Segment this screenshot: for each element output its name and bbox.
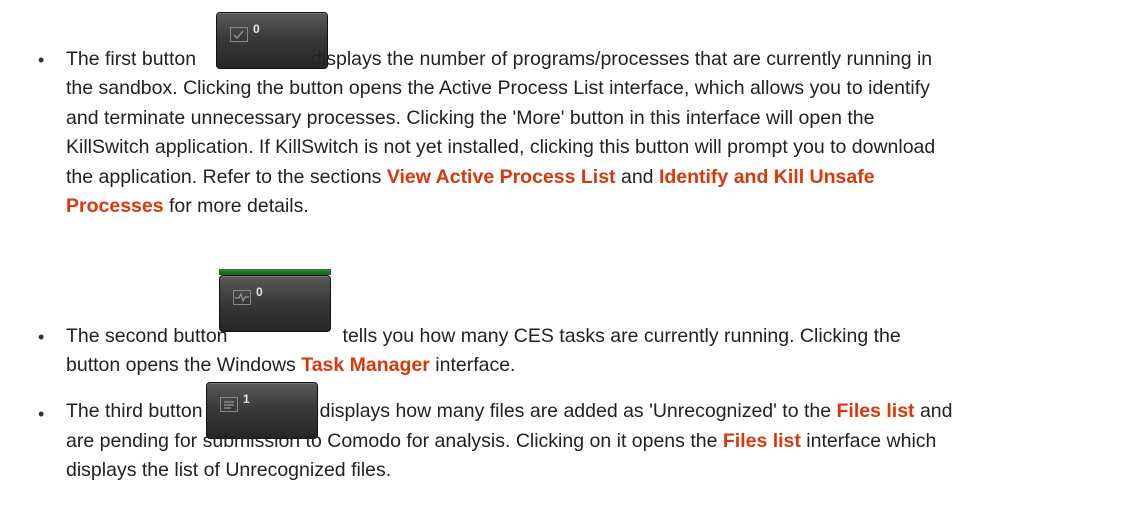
item1-line2: the sandbox. Clicking the button opens t… — [66, 77, 930, 99]
item2-line2: button opens the Windows Task Manager in… — [66, 354, 516, 376]
item2-line1: The second button tells you how many CES … — [66, 325, 901, 347]
check-window-icon — [230, 27, 248, 47]
item1-line5: the application. Refer to the sections V… — [66, 166, 875, 188]
item1-line6: Processes for more details. — [66, 195, 309, 217]
item1-line3: and terminate unnecessary processes. Cli… — [66, 107, 875, 129]
bullet: • — [38, 404, 45, 424]
link-files-list-2[interactable]: Files list — [723, 430, 801, 452]
bullet: • — [38, 50, 45, 70]
running-processes-count: 0 — [253, 22, 260, 36]
ces-tasks-count: 0 — [256, 285, 263, 299]
link-identify-kill-unsafe-processes[interactable]: Identify and Kill Unsafe — [659, 166, 875, 188]
item1-line1: The first button displays the number of p… — [66, 48, 933, 70]
bullet: • — [38, 327, 45, 347]
item3-line3: displays the list of Unrecognized files. — [66, 459, 392, 481]
item3-line1: The third button displays how many files … — [66, 400, 953, 422]
link-files-list[interactable]: Files list — [837, 400, 915, 422]
link-task-manager[interactable]: Task Manager — [301, 354, 430, 376]
item1-line4: KillSwitch application. If KillSwitch is… — [66, 136, 936, 158]
item3-line2: are pending for submission to Comodo for… — [66, 430, 937, 452]
link-processes[interactable]: Processes — [66, 195, 164, 217]
link-view-active-process-list[interactable]: View Active Process List — [387, 166, 616, 188]
activity-monitor-icon — [233, 290, 251, 310]
